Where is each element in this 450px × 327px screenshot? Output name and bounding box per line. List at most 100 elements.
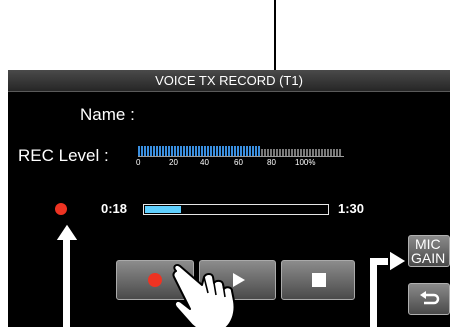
meter-segment	[309, 149, 311, 156]
meter-segment	[252, 146, 254, 156]
progress-bar-fill	[145, 206, 181, 213]
annotation-arrow-head-left	[54, 222, 80, 242]
meter-segment	[333, 149, 335, 156]
annotation-arrow-fill-left	[63, 240, 70, 327]
meter-segment	[141, 146, 143, 156]
meter-segment	[327, 149, 329, 156]
meter-segment	[138, 146, 140, 156]
meter-segment	[306, 149, 308, 156]
meter-segment	[189, 146, 191, 156]
meter-segment	[288, 149, 290, 156]
meter-segment	[243, 146, 245, 156]
annotation-arrow-fill-right-h	[370, 258, 390, 265]
elapsed-time: 0:18	[101, 201, 128, 216]
meter-segment	[276, 149, 278, 156]
meter-segment	[171, 146, 173, 156]
meter-segment	[240, 146, 242, 156]
meter-tick-60: 60	[234, 158, 243, 167]
meter-segment	[156, 146, 158, 156]
meter-segment	[165, 146, 167, 156]
meter-tick-20: 20	[169, 158, 178, 167]
meter-segment	[270, 149, 272, 156]
rec-level-meter	[138, 146, 344, 156]
meter-segment	[318, 149, 320, 156]
meter-segment	[201, 146, 203, 156]
meter-segment	[267, 149, 269, 156]
stop-icon	[312, 273, 326, 287]
meter-segment	[315, 149, 317, 156]
meter-segment	[225, 146, 227, 156]
meter-segment	[180, 146, 182, 156]
meter-segment	[330, 149, 332, 156]
meter-segment	[249, 146, 251, 156]
recording-indicator-icon	[55, 203, 67, 215]
pointing-hand-icon	[172, 263, 236, 327]
meter-segment	[303, 149, 305, 156]
meter-segment	[186, 146, 188, 156]
meter-segment	[192, 146, 194, 156]
meter-segment	[198, 146, 200, 156]
meter-segment	[339, 149, 341, 156]
device-screen: VOICE TX RECORD (T1) Name : REC Level : …	[8, 70, 450, 327]
return-icon	[420, 291, 440, 305]
progress-bar	[143, 204, 329, 215]
meter-segment	[261, 149, 263, 156]
rec-level-meter-baseline	[138, 156, 344, 157]
meter-segment	[162, 146, 164, 156]
meter-segment	[297, 149, 299, 156]
meter-tick-40: 40	[200, 158, 209, 167]
meter-segment	[324, 149, 326, 156]
meter-segment	[312, 149, 314, 156]
annotation-arrow-head-right	[388, 249, 408, 273]
meter-segment	[273, 149, 275, 156]
total-time: 1:30	[338, 201, 365, 216]
meter-segment	[231, 146, 233, 156]
meter-segment	[291, 149, 293, 156]
meter-segment	[336, 149, 338, 156]
meter-tick-100: 100%	[295, 158, 316, 167]
meter-segment	[144, 146, 146, 156]
meter-segment	[255, 146, 257, 156]
record-icon	[148, 273, 162, 287]
meter-segment	[246, 146, 248, 156]
meter-segment	[228, 146, 230, 156]
meter-segment	[264, 149, 266, 156]
annotation-arrow-fill-right-v	[370, 258, 377, 327]
meter-segment	[216, 146, 218, 156]
meter-segment	[153, 146, 155, 156]
mic-gain-button[interactable]: MIC GAIN	[408, 235, 450, 267]
meter-segment	[195, 146, 197, 156]
mic-gain-label-line2: GAIN	[411, 250, 446, 266]
meter-segment	[204, 146, 206, 156]
stop-button[interactable]	[281, 260, 355, 300]
meter-segment	[207, 146, 209, 156]
meter-segment	[168, 146, 170, 156]
meter-segment	[237, 146, 239, 156]
meter-tick-0: 0	[136, 158, 141, 167]
meter-segment	[174, 146, 176, 156]
meter-segment	[321, 149, 323, 156]
screen-title: VOICE TX RECORD (T1)	[8, 70, 450, 92]
mic-gain-label-line1: MIC	[415, 236, 441, 252]
return-button[interactable]	[408, 283, 450, 315]
meter-segment	[234, 146, 236, 156]
meter-segment	[159, 146, 161, 156]
meter-segment	[282, 149, 284, 156]
meter-tick-80: 80	[267, 158, 276, 167]
meter-segment	[213, 146, 215, 156]
meter-segment	[210, 146, 212, 156]
annotation-arrow-line-right-inner	[377, 265, 379, 327]
meter-segment	[279, 149, 281, 156]
meter-segment	[183, 146, 185, 156]
meter-segment	[258, 146, 260, 156]
annotation-arrow-line-left-inner	[70, 240, 72, 327]
meter-segment	[147, 146, 149, 156]
meter-segment	[222, 146, 224, 156]
meter-segment	[300, 149, 302, 156]
meter-segment	[285, 149, 287, 156]
name-label: Name :	[80, 105, 135, 124]
meter-segment	[219, 146, 221, 156]
meter-segment	[150, 146, 152, 156]
meter-segment	[177, 146, 179, 156]
rec-level-label: REC Level :	[18, 146, 109, 165]
